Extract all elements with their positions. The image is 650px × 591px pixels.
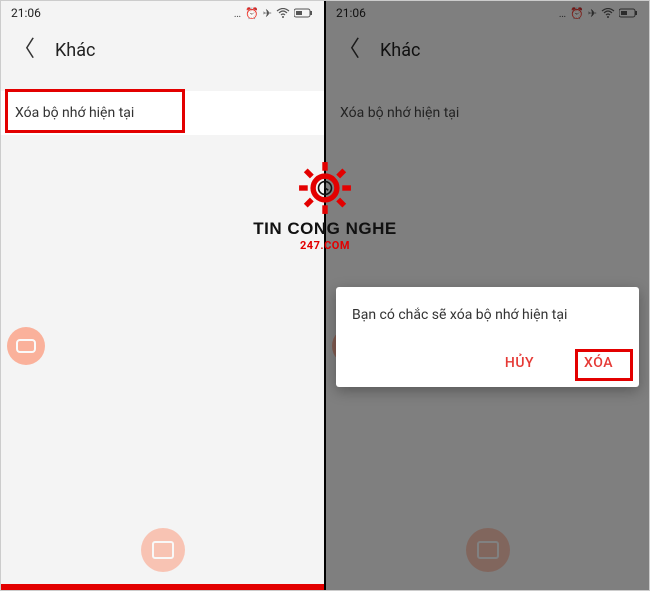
status-time: 21:06 bbox=[336, 6, 366, 20]
airplane-icon: ✈ bbox=[588, 7, 597, 20]
alarm-icon: ⏰ bbox=[570, 7, 584, 20]
phone-screen-right: 21:06 … ⏰ ✈ 〈 Khác Xóa bộ nhớ hiện tại bbox=[324, 1, 649, 590]
signal-icon: … bbox=[559, 7, 566, 20]
page-title: Khác bbox=[55, 40, 95, 61]
page-title: Khác bbox=[380, 40, 420, 61]
dialog-message: Bạn có chắc sẽ xóa bộ nhớ hiện tại bbox=[352, 307, 623, 323]
phone-screen-left: 21:06 … ⏰ ✈ 〈 Khác Xóa bộ nhớ hiện tại bbox=[1, 1, 324, 590]
watermark: TIN CONG NGHE 247.COM bbox=[235, 161, 415, 252]
battery-icon bbox=[294, 8, 314, 18]
wifi-icon bbox=[276, 8, 290, 18]
alarm-icon: ⏰ bbox=[245, 7, 259, 20]
floating-chat-icon[interactable] bbox=[141, 528, 185, 572]
status-icons: … ⏰ ✈ bbox=[234, 7, 314, 20]
status-bar: 21:06 … ⏰ ✈ bbox=[326, 1, 649, 25]
wifi-icon bbox=[601, 8, 615, 18]
status-icons: … ⏰ ✈ bbox=[559, 7, 639, 20]
clear-cache-row[interactable]: Xóa bộ nhớ hiện tại bbox=[326, 91, 649, 135]
status-bar: 21:06 … ⏰ ✈ bbox=[1, 1, 324, 25]
back-icon[interactable]: 〈 bbox=[13, 39, 35, 61]
clear-cache-label: Xóa bộ nhớ hiện tại bbox=[340, 105, 459, 121]
page-header: 〈 Khác bbox=[1, 25, 324, 75]
watermark-line1: TIN CONG NGHE bbox=[235, 219, 415, 239]
watermark-line2: 247.COM bbox=[235, 239, 415, 252]
status-time: 21:06 bbox=[11, 6, 41, 20]
battery-icon bbox=[619, 8, 639, 18]
clear-cache-label: Xóa bộ nhớ hiện tại bbox=[15, 105, 134, 121]
confirm-dialog: Bạn có chắc sẽ xóa bộ nhớ hiện tại HỦY X… bbox=[336, 287, 639, 387]
signal-icon: … bbox=[234, 7, 241, 20]
cancel-button[interactable]: HỦY bbox=[495, 349, 544, 377]
bottom-highlight bbox=[1, 584, 324, 590]
clear-cache-row[interactable]: Xóa bộ nhớ hiện tại bbox=[1, 91, 324, 135]
page-header: 〈 Khác bbox=[326, 25, 649, 75]
airplane-icon: ✈ bbox=[263, 7, 272, 20]
dialog-actions: HỦY XÓA bbox=[352, 349, 623, 377]
floating-game-icon[interactable] bbox=[7, 327, 45, 365]
back-icon[interactable]: 〈 bbox=[338, 39, 360, 61]
floating-chat-icon[interactable] bbox=[466, 528, 510, 572]
confirm-button[interactable]: XÓA bbox=[574, 349, 623, 377]
gear-icon bbox=[298, 161, 352, 215]
